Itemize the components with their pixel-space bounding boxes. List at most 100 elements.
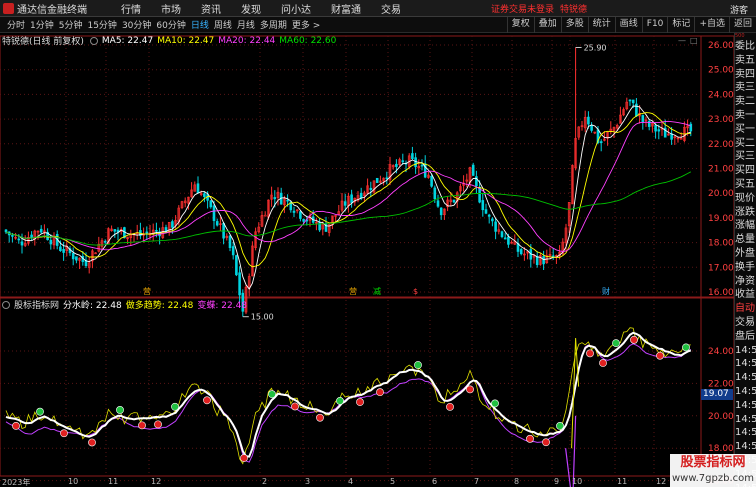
panel-row: 涨跌 bbox=[735, 206, 755, 218]
candle-body bbox=[228, 235, 232, 249]
panel-row: 买五 bbox=[735, 178, 755, 190]
indicator-name[interactable]: 股标指标网 bbox=[14, 298, 59, 311]
candle-body bbox=[203, 193, 206, 198]
candle-body bbox=[369, 187, 373, 190]
buy-signal-dot bbox=[268, 390, 276, 399]
candlesticks bbox=[4, 47, 693, 317]
buy-signal-dot bbox=[491, 399, 499, 408]
date-label: 9 bbox=[554, 477, 560, 486]
sell-signal-dot bbox=[446, 402, 454, 411]
candle-body bbox=[411, 153, 414, 159]
candle-body bbox=[49, 239, 53, 245]
candle-body bbox=[71, 253, 75, 260]
candle-body bbox=[471, 164, 475, 176]
candle-body bbox=[273, 197, 277, 200]
panel-row: 委比 bbox=[735, 41, 755, 52]
candle-body bbox=[395, 163, 398, 167]
indicator-axis-label: 22.00 bbox=[708, 379, 734, 389]
candle-body bbox=[452, 199, 456, 203]
price-axis-label: 26.00 bbox=[708, 41, 734, 51]
date-label: 2023年 bbox=[2, 478, 31, 487]
candle-body bbox=[500, 231, 504, 238]
candle-body bbox=[155, 230, 158, 232]
maximize-icon[interactable]: □ bbox=[690, 36, 698, 45]
watermark-title: 股票指标网 bbox=[680, 455, 746, 470]
candle-body bbox=[590, 125, 593, 131]
date-label: 10 bbox=[572, 477, 583, 486]
indicator-signals bbox=[12, 335, 690, 462]
indicator-header: 股标指标网 分水岭: 22.48 做多趋势: 22.48 变蝶: 22.48 bbox=[0, 298, 251, 311]
fsl-value: 分水岭: 22.48 bbox=[63, 301, 122, 311]
panel-row: 卖五 bbox=[735, 54, 755, 66]
price-axis-label: 19.00 bbox=[708, 214, 734, 224]
minimize-icon[interactable]: — bbox=[678, 36, 686, 45]
panel-row: 14:5 bbox=[735, 441, 756, 453]
low-price-label: 15.00 bbox=[251, 313, 274, 322]
candle-body bbox=[375, 177, 379, 183]
sell-signal-dot bbox=[630, 335, 638, 344]
panel-row: 买四 bbox=[735, 165, 755, 177]
panel-row: 涨幅 bbox=[735, 220, 755, 232]
candle-body bbox=[286, 199, 289, 202]
candle-body bbox=[628, 99, 632, 102]
sell-signal-dot bbox=[12, 421, 20, 430]
kline-header: 特锐德(日线 前复权) MA5: 22.47 MA10: 22.47 MA20:… bbox=[0, 35, 340, 48]
price-axis-label: 25.00 bbox=[708, 66, 734, 76]
date-label: 6 bbox=[432, 477, 438, 486]
panel-row: 现价 bbox=[735, 192, 755, 204]
ma20-value: MA20: 22.44 bbox=[218, 35, 276, 46]
panel-row: 盘后 bbox=[735, 330, 755, 342]
candle-body bbox=[263, 214, 267, 217]
candle-body bbox=[171, 221, 174, 228]
panel-row: 14:5 bbox=[735, 427, 756, 439]
crosshair-price-box: 19.07 bbox=[701, 389, 733, 400]
candle-body bbox=[599, 141, 603, 144]
settings-icon[interactable] bbox=[89, 36, 98, 45]
date-label: 10 bbox=[68, 477, 79, 486]
panel-row: 卖四 bbox=[735, 68, 755, 80]
sell-signal-dot bbox=[376, 388, 384, 397]
candle-body bbox=[11, 235, 14, 237]
indicator-axis-label: 18.00 bbox=[708, 444, 734, 454]
trend-line bbox=[5, 327, 691, 465]
date-label: 2 bbox=[262, 477, 268, 486]
ma10-value: MA10: 22.47 bbox=[157, 35, 215, 46]
site-watermark: 股票指标网 www.7gpzb.com bbox=[670, 454, 756, 487]
candle-body bbox=[689, 123, 693, 132]
date-axis: 2023年 10 11 12 2 3 4 5 6 7 8 9 10 11 12 bbox=[0, 477, 734, 487]
candle-body bbox=[359, 192, 363, 199]
panel-row: 总量 bbox=[735, 234, 755, 246]
indicator-panel-frame bbox=[0, 297, 734, 477]
candle-body bbox=[657, 129, 661, 132]
price-axis-label: 21.00 bbox=[708, 165, 734, 175]
candle-body bbox=[414, 157, 417, 168]
panel-row: 买三 bbox=[735, 151, 755, 163]
buy-signal-dot bbox=[612, 339, 620, 348]
candle-body bbox=[75, 256, 78, 261]
panel-row: 卖二 bbox=[735, 96, 755, 108]
trend-value: 做多趋势: 22.48 bbox=[125, 301, 194, 311]
candle-body bbox=[519, 249, 523, 255]
sell-signal-dot bbox=[203, 396, 211, 405]
event-marker: 财 bbox=[602, 286, 610, 296]
event-marker: $ bbox=[413, 287, 418, 296]
candle-body bbox=[385, 177, 389, 180]
candle-body bbox=[343, 201, 347, 206]
candle-body bbox=[196, 183, 200, 194]
kline-chart[interactable]: 26.00 25.00 24.00 23.00 22.00 21.00 20.00 19.00… bbox=[0, 0, 734, 487]
candle-body bbox=[235, 255, 238, 276]
ma5-value: MA5: 22.47 bbox=[101, 35, 154, 46]
price-axis: 26.00 25.00 24.00 23.00 22.00 21.00 20.00 19.00… bbox=[708, 41, 734, 487]
candle-body bbox=[318, 221, 321, 231]
main-panel-frame bbox=[0, 35, 734, 298]
panel-row: 14:5 bbox=[735, 413, 756, 425]
panel-row: 买二 bbox=[735, 137, 755, 149]
candle-body bbox=[420, 164, 424, 167]
candle-body bbox=[494, 221, 497, 232]
sell-signal-dot bbox=[526, 434, 534, 443]
candle-body bbox=[212, 205, 216, 221]
panel-row: 换手 bbox=[735, 261, 755, 273]
candle-body bbox=[484, 209, 488, 214]
chart-grid bbox=[0, 35, 734, 482]
indicator-settings-icon[interactable] bbox=[2, 300, 10, 309]
